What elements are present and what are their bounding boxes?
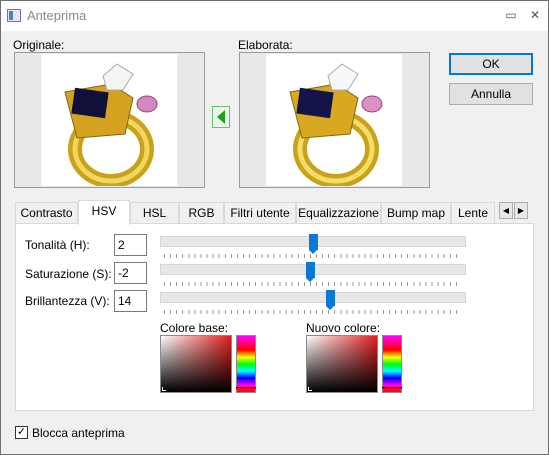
maximize-icon[interactable]: ▭	[501, 5, 521, 25]
tab-hsl[interactable]: HSL	[130, 202, 179, 224]
processed-label: Elaborata:	[238, 38, 293, 52]
original-label: Originale:	[13, 38, 65, 52]
saturation-label: Saturazione (S):	[25, 267, 112, 281]
tab-bump-map[interactable]: Bump map	[381, 202, 451, 224]
brightness-slider[interactable]	[160, 290, 466, 318]
ok-button[interactable]: OK	[449, 53, 533, 75]
processed-image	[266, 54, 402, 188]
new-color-marker	[308, 387, 312, 391]
new-color-sv-field	[306, 335, 378, 393]
brightness-slider-thumb[interactable]	[326, 290, 336, 310]
hue-input[interactable]: 2	[114, 234, 147, 256]
tab-hsv[interactable]: HSV	[78, 200, 130, 225]
cancel-button[interactable]: Annulla	[449, 83, 533, 105]
new-color-hue-bar	[382, 335, 402, 393]
hue-slider-ticks	[164, 254, 462, 258]
window-icon	[7, 9, 21, 22]
window-title: Anteprima	[27, 8, 87, 23]
brightness-slider-track	[160, 292, 466, 303]
title-bar: Anteprima ▭ ✕	[1, 1, 548, 31]
base-color-label: Colore base:	[160, 321, 229, 335]
preview-dialog: Anteprima ▭ ✕ Originale: Elaborata: OK A…	[0, 0, 549, 455]
new-color-label: Nuovo colore:	[306, 321, 381, 335]
saturation-slider[interactable]	[160, 262, 466, 290]
new-hue-marker	[382, 387, 402, 389]
base-hue-marker	[236, 387, 256, 389]
saturation-input[interactable]: -2	[114, 262, 147, 284]
original-preview	[14, 52, 205, 188]
hue-slider[interactable]	[160, 234, 466, 262]
brightness-slider-ticks	[164, 310, 462, 314]
ring-image-processed	[289, 63, 383, 188]
tab-rgb[interactable]: RGB	[179, 202, 224, 224]
base-color-marker	[162, 387, 166, 391]
tab-scroll-right-icon[interactable]: ▶	[514, 202, 528, 219]
brightness-label: Brillantezza (V):	[25, 294, 110, 308]
arrow-left-icon	[217, 110, 225, 124]
lock-preview-label: Blocca anteprima	[32, 426, 125, 440]
original-image	[41, 54, 177, 188]
tab-strip: Contrasto HSV HSL RGB Filtri utente Equa…	[15, 200, 531, 225]
lock-preview-checkbox[interactable]: ✓	[15, 426, 28, 439]
brightness-input[interactable]: 14	[114, 290, 147, 312]
processed-preview	[239, 52, 430, 188]
tab-lente[interactable]: Lente	[451, 202, 495, 224]
tab-contrasto[interactable]: Contrasto	[15, 202, 78, 224]
hue-slider-thumb[interactable]	[308, 234, 318, 254]
saturation-slider-thumb[interactable]	[305, 262, 315, 282]
hue-label: Tonalità (H):	[25, 238, 90, 252]
saturation-slider-ticks	[164, 282, 462, 286]
tab-filtri-utente[interactable]: Filtri utente	[224, 202, 296, 224]
base-color-sv-field	[160, 335, 232, 393]
tab-equalizzazione[interactable]: Equalizzazione	[296, 202, 381, 224]
close-icon[interactable]: ✕	[525, 5, 545, 25]
base-color-hue-bar	[236, 335, 256, 393]
copy-to-preview-button[interactable]	[212, 106, 230, 128]
tab-scroll-left-icon[interactable]: ◀	[499, 202, 513, 219]
ring-image	[64, 63, 158, 188]
